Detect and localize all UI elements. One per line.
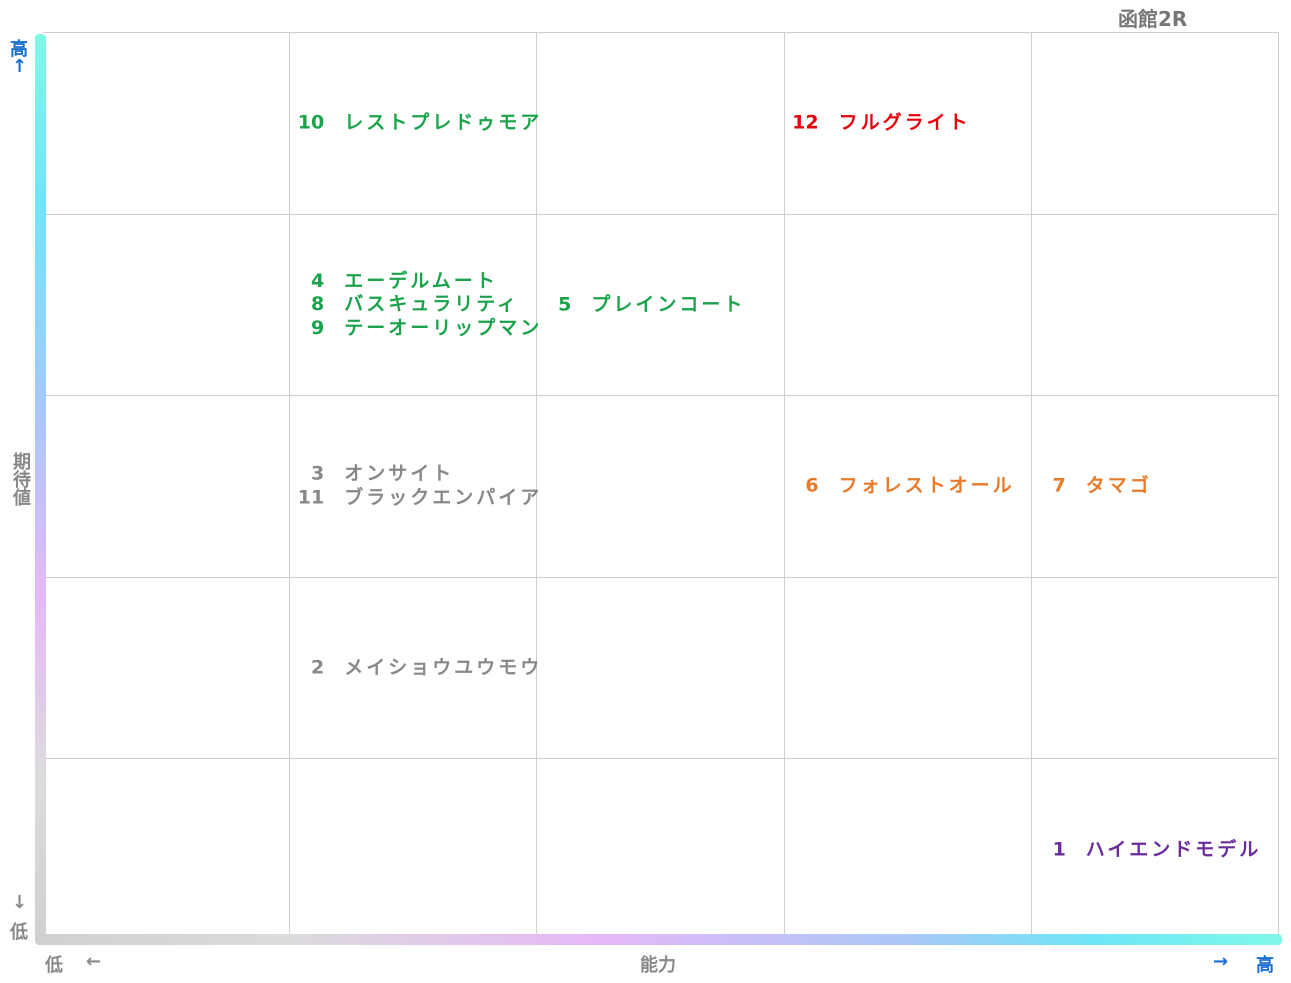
x-axis-right-arrow: →: [1213, 951, 1229, 972]
x-axis-low-label: 低: [45, 955, 63, 976]
grid-cell: 4 エーデルムート 8 バスキュラリティ 9 テーオーリップマン: [290, 213, 539, 396]
horse-entry: 3 オンサイト: [290, 463, 536, 487]
horse-entry: 9 テーオーリップマン: [290, 316, 539, 341]
grid-cell: [1031, 32, 1279, 214]
cell-content: 3 オンサイト 11 ブラックエンパイア: [290, 463, 539, 510]
horse-name: ブラックエンパイア: [344, 486, 543, 509]
grid-cell: [537, 32, 785, 214]
y-axis-bar: [35, 34, 46, 942]
grid-cell: [537, 395, 785, 577]
grid-cell: [537, 576, 785, 759]
cell-content: 10 レストプレドゥモア: [290, 111, 539, 136]
horse-entry: 8 バスキュラリティ: [290, 293, 536, 317]
horse-name: プレインコート: [591, 293, 746, 316]
grid-cell: 3 オンサイト 11 ブラックエンパイア: [290, 395, 539, 577]
cell-content: 5 プレインコート: [537, 293, 783, 317]
grid-cell: 5 プレインコート: [537, 213, 785, 396]
horse-number: 2: [310, 656, 325, 679]
cell-content: 12 フルグライト: [785, 112, 1031, 136]
horse-entry: 10 レストプレドゥモア: [290, 111, 539, 136]
horse-number: 8: [310, 293, 325, 316]
cell-content: 7 タマゴ: [1032, 475, 1278, 499]
grid-cell: [1031, 213, 1279, 396]
cell-content: 6 フォレストオール: [785, 475, 1031, 499]
horse-entry: 11 ブラックエンパイア: [290, 486, 539, 510]
horse-name: バスキュラリティ: [344, 293, 520, 316]
grid-cell: [1031, 576, 1279, 759]
grid-cell: 12 フルグライト: [784, 32, 1032, 214]
x-axis-label: 能力: [640, 955, 676, 976]
y-axis-low-label: 低: [10, 922, 28, 943]
grid-cell: 1 ハイエンドモデル: [1031, 758, 1279, 940]
grid-cell: 6 フォレストオール: [784, 395, 1032, 577]
horse-number: 9: [310, 316, 325, 339]
horse-number: 3: [310, 462, 325, 485]
grid-cell: [43, 576, 291, 759]
horse-number: 11: [297, 486, 325, 509]
grid-cell: [43, 395, 291, 577]
horse-entry: 1 ハイエンドモデル: [1032, 838, 1278, 862]
grid-cell: [784, 576, 1032, 759]
horse-entry: 7 タマゴ: [1032, 475, 1278, 499]
horse-entry: 6 フォレストオール: [785, 475, 1031, 499]
horse-number: 5: [558, 293, 572, 316]
cell-content: 4 エーデルムート 8 バスキュラリティ 9 テーオーリップマン: [290, 270, 539, 341]
horse-number: 6: [805, 474, 819, 497]
grid-cell: 7 タマゴ: [1031, 395, 1279, 577]
horse-number: 12: [792, 111, 819, 134]
grid-cell: 2 メイショウユウモウ: [290, 576, 539, 759]
grid-cell: 10 レストプレドゥモア: [290, 32, 539, 214]
horse-name: ハイエンドモデル: [1085, 837, 1262, 860]
cell-content: 1 ハイエンドモデル: [1032, 838, 1278, 862]
horse-entry: 12 フルグライト: [785, 112, 1031, 136]
grid-cell: [43, 32, 291, 214]
horse-name: フルグライト: [838, 111, 971, 134]
grid-cell: [43, 213, 291, 396]
horse-name: エーデルムート: [344, 269, 498, 292]
horse-name: タマゴ: [1085, 474, 1152, 497]
grid-cell: [43, 758, 291, 940]
horse-number: 4: [310, 269, 325, 292]
horse-number: 7: [1052, 474, 1066, 497]
horse-name: メイショウユウモウ: [344, 656, 543, 679]
x-axis-high-label: 高: [1256, 955, 1274, 976]
cell-content: 2 メイショウユウモウ: [290, 656, 539, 680]
horse-entry: 2 メイショウユウモウ: [290, 656, 539, 680]
horse-entry: 4 エーデルムート: [290, 270, 536, 294]
horse-name: テーオーリップマン: [344, 316, 543, 339]
race-title: 函館2R: [1118, 7, 1188, 31]
grid-cell: [784, 758, 1032, 940]
y-axis-label: 期待値: [10, 452, 31, 506]
horse-name: レストプレドゥモア: [344, 111, 543, 134]
horse-entry: 5 プレインコート: [537, 293, 783, 317]
horse-number: 10: [297, 111, 325, 134]
horse-number: 1: [1052, 837, 1066, 860]
horse-name: オンサイト: [344, 462, 455, 485]
y-axis-down-arrow: ↓: [12, 892, 28, 913]
x-axis-bar: [35, 934, 1282, 945]
grid-cell: [290, 758, 538, 940]
x-axis-left-arrow: ←: [86, 951, 102, 972]
y-axis-up-arrow: ↑: [12, 56, 28, 77]
expectation-ability-grid: 10 レストプレドゥモア 12 フルグライト 4 エーデルムート 8 バスキュラリティ 9 テーオ…: [43, 32, 1279, 940]
horse-name: フォレストオール: [838, 474, 1015, 497]
grid-cell: [537, 758, 785, 940]
grid-cell: [784, 213, 1032, 396]
